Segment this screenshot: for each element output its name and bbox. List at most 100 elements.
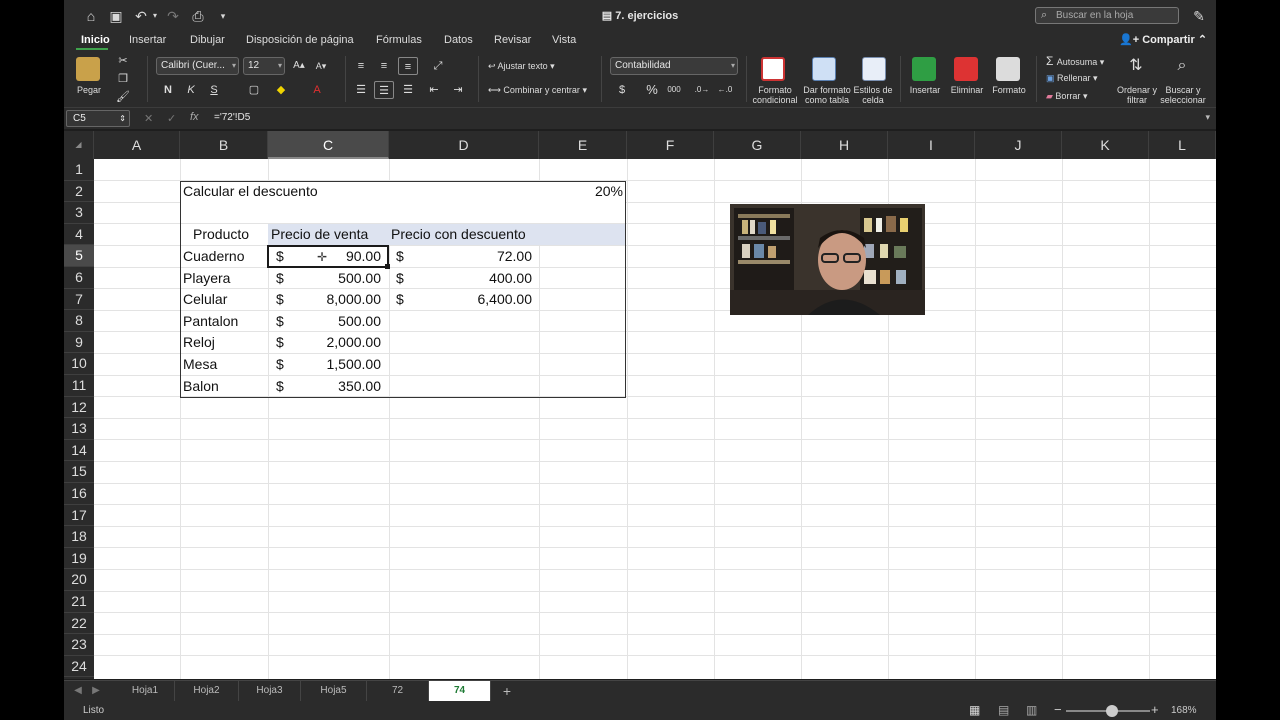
row-header[interactable]: 13	[64, 418, 94, 440]
font-size-select[interactable]: 12 ▾	[243, 57, 285, 75]
tab-datos[interactable]: Datos	[444, 34, 473, 46]
find-select-icon[interactable]: ⌕	[1172, 57, 1192, 75]
wrap-text-button[interactable]: ↩ Ajustar texto ▾	[488, 61, 555, 72]
column-header-b[interactable]: B	[180, 131, 268, 159]
tab-disposicion[interactable]: Disposición de página	[246, 34, 354, 46]
row-header[interactable]: 8	[64, 310, 94, 332]
format-cells-icon[interactable]	[996, 57, 1020, 81]
accept-formula-icon[interactable]: ✓	[167, 112, 176, 125]
decrease-decimal-icon[interactable]: ←.0	[715, 81, 735, 99]
decrease-indent-icon[interactable]: ⇤	[424, 81, 444, 99]
zoom-in-button[interactable]: +	[1151, 702, 1159, 717]
cancel-formula-icon[interactable]: ✕	[144, 112, 153, 125]
product-cell[interactable]: Reloj	[183, 332, 215, 353]
decrease-font-icon[interactable]: A▾	[311, 57, 331, 75]
row-header[interactable]: 11	[64, 375, 94, 397]
discount-cell[interactable]: 20%	[539, 181, 623, 202]
collapse-ribbon-icon[interactable]: ⌃	[1198, 34, 1207, 46]
row-header[interactable]: 6	[64, 267, 94, 289]
cell-styles-label[interactable]: Estilos de celda	[853, 85, 893, 105]
discounted-cell[interactable]: 400.00	[424, 268, 532, 289]
fill-color-icon[interactable]: ◆	[271, 81, 291, 99]
borders-icon[interactable]: ▢	[244, 81, 264, 99]
currency-button[interactable]: $	[612, 81, 632, 99]
bold-button[interactable]: N	[158, 81, 178, 99]
conditional-format-icon[interactable]	[761, 57, 785, 81]
insert-cells-label[interactable]: Insertar	[904, 85, 946, 95]
fill-handle[interactable]	[385, 264, 390, 269]
discounted-cell[interactable]: 72.00	[424, 246, 532, 267]
number-format-select[interactable]: Contabilidad ▾	[610, 57, 738, 75]
tab-insertar[interactable]: Insertar	[129, 34, 166, 46]
column-header-i[interactable]: I	[888, 131, 975, 159]
row-header[interactable]: 4	[64, 224, 94, 246]
sort-filter-icon[interactable]: ⇅	[1126, 57, 1146, 75]
increase-indent-icon[interactable]: ⇥	[448, 81, 468, 99]
font-color-icon[interactable]: A	[307, 81, 327, 99]
column-header-f[interactable]: F	[627, 131, 714, 159]
copy-icon[interactable]: ❐	[113, 70, 133, 88]
format-painter-icon[interactable]: 🖌	[113, 88, 133, 106]
row-header[interactable]: 22	[64, 613, 94, 635]
tab-vista[interactable]: Vista	[552, 34, 576, 46]
row-header[interactable]: 16	[64, 483, 94, 505]
row-header[interactable]: 24	[64, 656, 94, 678]
row-header[interactable]: 2	[64, 181, 94, 203]
merge-center-button[interactable]: ⟷ Combinar y centrar ▾	[488, 85, 587, 96]
zoom-slider-thumb[interactable]	[1106, 705, 1118, 717]
column-header-h[interactable]: H	[801, 131, 888, 159]
column-header-k[interactable]: K	[1062, 131, 1149, 159]
tab-revisar[interactable]: Revisar	[494, 34, 531, 46]
increase-decimal-icon[interactable]: .0→	[692, 81, 712, 99]
price-cell[interactable]: 8,000.00	[298, 289, 382, 310]
discounted-cell[interactable]: 6,400.00	[424, 289, 533, 310]
row-header[interactable]: 9	[64, 332, 94, 354]
align-top-icon[interactable]: ≡	[351, 57, 371, 75]
expand-formula-icon[interactable]: ▾	[1205, 112, 1210, 123]
page-break-icon[interactable]: ▥	[1026, 703, 1037, 717]
row-header[interactable]: 20	[64, 569, 94, 591]
autosum-button[interactable]: Σ Autosuma ▾	[1046, 54, 1104, 68]
align-left-icon[interactable]: ☰	[351, 81, 371, 99]
sort-filter-label[interactable]: Ordenar y filtrar	[1116, 85, 1158, 105]
align-middle-icon[interactable]: ≡	[374, 57, 394, 75]
cut-icon[interactable]: ✂	[113, 52, 133, 70]
fill-button[interactable]: ▣ Rellenar ▾	[1046, 73, 1098, 84]
column-header-d[interactable]: D	[389, 131, 539, 159]
product-cell[interactable]: Balon	[183, 376, 219, 397]
product-cell[interactable]: Cuaderno	[183, 246, 245, 267]
page-layout-icon[interactable]: ▤	[998, 703, 1009, 717]
format-table-label[interactable]: Dar formato como tabla	[801, 85, 853, 105]
row-header[interactable]: 5	[64, 245, 94, 267]
share-button[interactable]: 👤+ Compartir ⌃	[1119, 33, 1207, 46]
delete-cells-icon[interactable]	[954, 57, 978, 81]
delete-cells-label[interactable]: Eliminar	[946, 85, 988, 95]
sheet-tab[interactable]: Hoja5	[301, 681, 367, 701]
row-header[interactable]: 1	[64, 159, 94, 181]
tab-inicio[interactable]: Inicio	[81, 34, 110, 46]
sheet-tab[interactable]: Hoja1	[116, 681, 175, 701]
row-header[interactable]: 10	[64, 353, 94, 375]
row-header[interactable]: 15	[64, 461, 94, 483]
align-center-icon[interactable]: ☰	[374, 81, 394, 99]
sheet-tab-active[interactable]: 74	[429, 681, 491, 701]
price-cell[interactable]: 1,500.00	[298, 354, 382, 375]
cell-styles-icon[interactable]	[862, 57, 886, 81]
align-bottom-icon[interactable]: ≡	[398, 57, 418, 75]
fx-icon[interactable]: fx	[190, 111, 199, 123]
sheet-tab[interactable]: 72	[367, 681, 429, 701]
tab-dibujar[interactable]: Dibujar	[190, 34, 225, 46]
price-cell[interactable]: 350.00	[298, 376, 381, 397]
conditional-format-label[interactable]: Formato condicional	[748, 85, 802, 105]
row-header[interactable]: 19	[64, 548, 94, 570]
add-sheet-button[interactable]: +	[494, 681, 520, 701]
row-header[interactable]: 14	[64, 440, 94, 462]
insert-cells-icon[interactable]	[912, 57, 936, 81]
column-header-j[interactable]: J	[975, 131, 1062, 159]
column-header-a[interactable]: A	[94, 131, 180, 159]
header-producto[interactable]: Producto	[193, 224, 249, 245]
tab-formulas[interactable]: Fórmulas	[376, 34, 422, 46]
underline-button[interactable]: S	[204, 81, 224, 99]
find-select-label[interactable]: Buscar y seleccionar	[1158, 85, 1208, 105]
column-header-e[interactable]: E	[539, 131, 627, 159]
